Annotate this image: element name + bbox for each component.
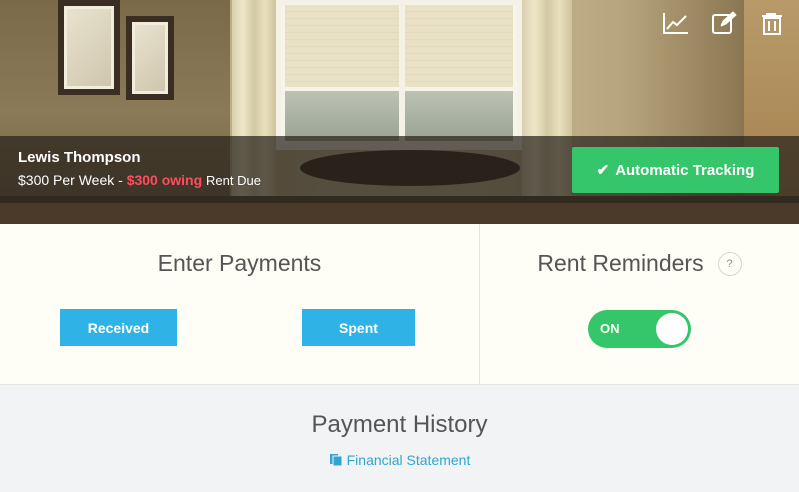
toolbar [661, 10, 787, 36]
enter-payments-title: Enter Payments [157, 250, 322, 276]
enter-payments-panel: Enter Payments Received Spent [0, 224, 480, 385]
rent-reminders-panel: Rent Reminders ? ON [480, 224, 799, 385]
automatic-tracking-label: Automatic Tracking [615, 161, 755, 179]
chart-icon[interactable] [661, 10, 691, 36]
picture-frame [58, 0, 120, 95]
action-panels: Enter Payments Received Spent Rent Remin… [0, 224, 799, 385]
edit-icon[interactable] [709, 10, 739, 36]
rent-due-label: Rent Due [206, 173, 261, 188]
automatic-tracking-button[interactable]: ✔ Automatic Tracking [572, 147, 779, 193]
checkmark-icon: ✔ [596, 162, 610, 179]
tenant-bar: Lewis Thompson $300 Per Week - $300 owin… [0, 136, 799, 203]
document-icon [329, 454, 343, 467]
toggle-label: ON [600, 321, 620, 336]
received-button[interactable]: Received [60, 309, 177, 346]
rent-summary: $300 Per Week - $300 owing Rent Due [18, 172, 261, 188]
window [276, 0, 522, 155]
payment-history-section: Payment History Financial Statement [0, 386, 799, 492]
rent-reminders-title: Rent Reminders [537, 250, 704, 276]
help-icon[interactable]: ? [717, 251, 742, 276]
payment-history-title: Payment History [311, 411, 488, 438]
spent-button[interactable]: Spent [302, 309, 415, 346]
trash-icon[interactable] [757, 10, 787, 36]
rent-amount: $300 Per Week - [18, 172, 123, 188]
tenant-name: Lewis Thompson [18, 149, 141, 166]
financial-statement-link[interactable]: Financial Statement [0, 452, 799, 468]
tenant-hero: Lewis Thompson $300 Per Week - $300 owin… [0, 0, 799, 224]
financial-statement-label: Financial Statement [346, 452, 471, 468]
rent-reminders-header: Rent Reminders ? [480, 250, 799, 277]
toggle-knob [656, 313, 688, 345]
rent-reminders-toggle[interactable]: ON [588, 310, 691, 348]
picture-frame [126, 16, 174, 100]
owing-amount: $300 owing [126, 172, 203, 188]
